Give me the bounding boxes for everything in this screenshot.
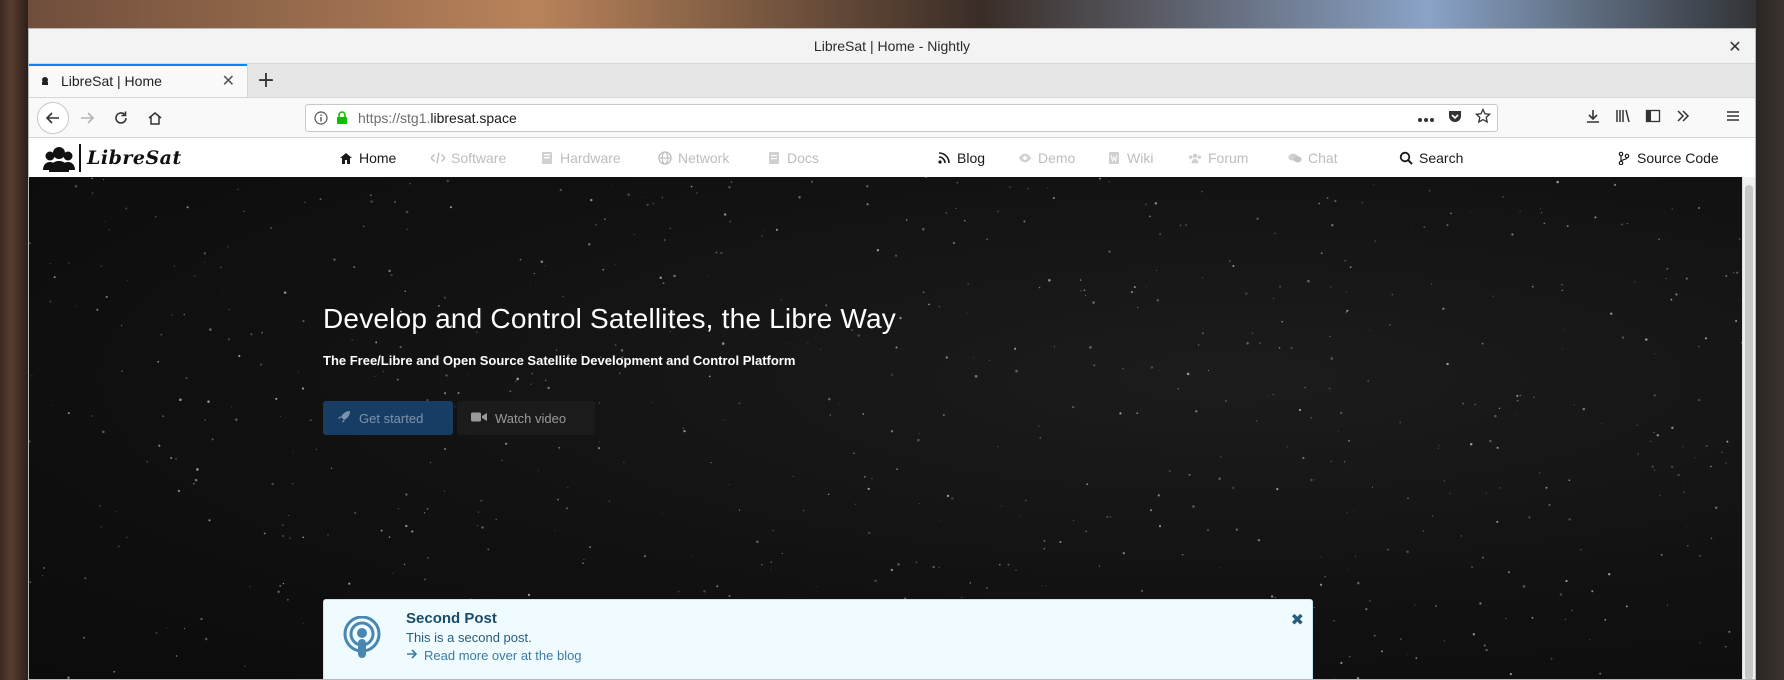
get-started-label: Get started	[359, 410, 424, 426]
reload-icon	[115, 111, 127, 124]
home-button[interactable]	[139, 102, 171, 134]
globe-icon	[658, 151, 672, 165]
nav-source-code-label: Source Code	[1637, 150, 1719, 166]
menu-hamburger-icon[interactable]	[1725, 108, 1741, 128]
post-close-icon[interactable]: ✖	[1291, 610, 1304, 629]
arrow-right-icon	[406, 648, 418, 663]
nav-chat[interactable]: Chat	[1288, 150, 1338, 166]
hero-subtitle: The Free/Libre and Open Source Satellite…	[323, 353, 796, 368]
arrow-left-icon	[45, 111, 59, 124]
site-navigation: LibreSat Home Software Hardware Network …	[29, 138, 1755, 179]
url-domain: libresat.space	[430, 109, 517, 126]
more-actions-icon[interactable]	[1417, 108, 1435, 127]
code-branch-icon	[1617, 151, 1631, 165]
toolbar-right	[1585, 108, 1747, 128]
url-text: https://stg1.libresat.space	[358, 110, 1417, 126]
browser-window: LibreSat | Home - Nightly ✕ LibreSat | H…	[28, 28, 1756, 680]
tab-strip: LibreSat | Home ✕ +	[29, 64, 1755, 98]
nav-demo[interactable]: Demo	[1018, 150, 1075, 166]
chat-bubbles-icon	[1288, 151, 1302, 165]
post-body: This is a second post.	[406, 630, 532, 645]
nav-docs[interactable]: Docs	[767, 150, 819, 166]
forward-button[interactable]	[71, 102, 103, 134]
post-read-more-link[interactable]: Read more over at the blog	[406, 648, 582, 663]
window-title: LibreSat | Home - Nightly	[813, 38, 971, 54]
rss-icon	[937, 151, 951, 165]
window-close-button[interactable]: ✕	[1725, 36, 1745, 56]
nav-network-label: Network	[678, 150, 730, 166]
arrow-right-icon	[81, 111, 95, 124]
post-title: Second Post	[406, 610, 497, 627]
nav-hardware[interactable]: Hardware	[540, 150, 621, 166]
book-icon	[767, 151, 781, 165]
hero-title: Develop and Control Satellites, the Libr…	[323, 303, 896, 334]
get-started-button[interactable]: Get started	[323, 401, 453, 435]
tab-close-icon[interactable]: ✕	[220, 71, 237, 90]
podcast-broadcast-icon	[342, 615, 382, 660]
rocket-icon	[337, 410, 351, 427]
downloads-icon[interactable]	[1585, 108, 1601, 128]
library-icon[interactable]	[1615, 108, 1631, 128]
nav-blog-label: Blog	[957, 150, 986, 166]
lock-icon	[334, 109, 350, 127]
post-read-more-label: Read more over at the blog	[424, 648, 582, 663]
brand-wordmark: LibreSat	[87, 147, 182, 169]
desktop-wallpaper-right	[1756, 0, 1784, 680]
nav-network[interactable]: Network	[658, 150, 729, 166]
nav-software-label: Software	[451, 150, 507, 166]
home-icon	[148, 111, 162, 125]
site-info-icon[interactable]	[312, 109, 330, 127]
new-tab-button[interactable]: +	[248, 64, 284, 97]
wiki-icon	[1107, 151, 1121, 165]
navigation-toolbar: https://stg1.libresat.space	[29, 98, 1755, 138]
back-button[interactable]	[37, 101, 69, 134]
nav-hardware-label: Hardware	[560, 150, 621, 166]
tab-libresat-home[interactable]: LibreSat | Home ✕	[29, 64, 248, 97]
nav-forum[interactable]: Forum	[1188, 150, 1248, 166]
page-scrollbar[interactable]	[1742, 177, 1755, 679]
nav-source-code[interactable]: Source Code	[1617, 150, 1719, 166]
window-titlebar: LibreSat | Home - Nightly ✕	[29, 29, 1755, 64]
nav-wiki[interactable]: Wiki	[1107, 150, 1153, 166]
code-icon	[431, 151, 445, 165]
watch-video-button[interactable]: Watch video	[457, 401, 595, 435]
nav-demo-label: Demo	[1038, 150, 1076, 166]
pocket-icon[interactable]	[1447, 108, 1463, 128]
desktop-wallpaper-left	[0, 0, 28, 680]
search-icon	[1399, 151, 1413, 165]
page-actions	[1417, 107, 1492, 128]
libresat-favicon-icon	[39, 75, 51, 87]
libresat-people-logo-icon	[43, 147, 75, 172]
home-icon	[339, 151, 353, 165]
nav-forum-label: Forum	[1208, 150, 1249, 166]
desktop-wallpaper-top	[0, 0, 1784, 28]
video-camera-icon	[471, 411, 487, 426]
brand-separator	[79, 144, 81, 172]
eye-icon	[1018, 151, 1032, 165]
nav-search[interactable]: Search	[1399, 150, 1463, 166]
nav-wiki-label: Wiki	[1127, 150, 1154, 166]
users-icon	[1188, 151, 1202, 165]
scrollbar-thumb[interactable]	[1745, 185, 1753, 679]
nav-blog[interactable]: Blog	[937, 150, 985, 166]
hdd-icon	[540, 151, 554, 165]
watch-video-label: Watch video	[495, 410, 567, 426]
nav-software[interactable]: Software	[431, 150, 506, 166]
nav-docs-label: Docs	[787, 150, 819, 166]
nav-search-label: Search	[1419, 150, 1464, 166]
blog-post-notice: Second Post This is a second post. Read …	[323, 599, 1313, 679]
reload-button[interactable]	[105, 102, 137, 134]
tab-label: LibreSat | Home	[61, 72, 162, 89]
url-bar[interactable]: https://stg1.libresat.space	[305, 103, 1498, 132]
brand-logo[interactable]: LibreSat	[43, 142, 182, 174]
nav-home[interactable]: Home	[339, 150, 396, 166]
overflow-chevron-icon[interactable]	[1675, 108, 1691, 128]
nav-chat-label: Chat	[1308, 150, 1338, 166]
nav-home-label: Home	[359, 150, 397, 166]
sidebar-icon[interactable]	[1645, 108, 1661, 128]
bookmark-star-icon[interactable]	[1474, 107, 1492, 128]
url-prefix: https://stg1.	[358, 109, 431, 126]
